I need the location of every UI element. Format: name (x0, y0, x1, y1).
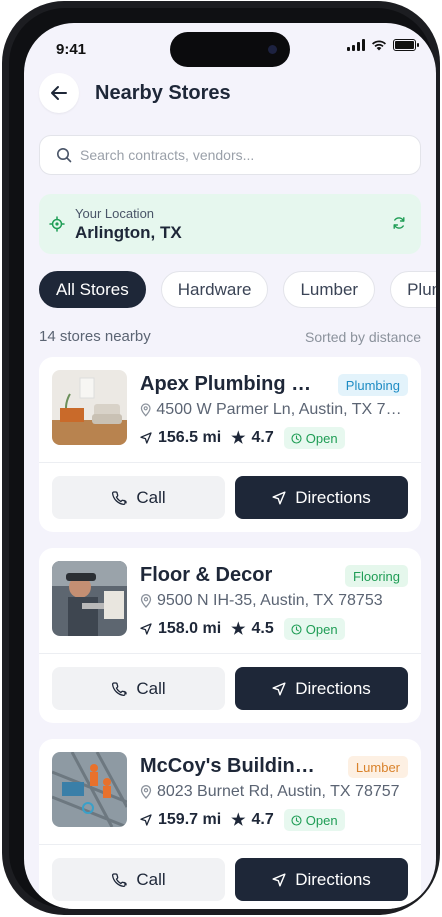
map-pin-icon (140, 594, 152, 608)
category-badge: Plumbing (337, 374, 408, 396)
refresh-icon[interactable] (392, 216, 406, 230)
map-pin-icon (140, 785, 152, 799)
card-divider (39, 844, 421, 845)
navigation-icon (272, 872, 286, 887)
call-button[interactable]: Call (52, 667, 225, 710)
page-title: Nearby Stores (95, 81, 231, 104)
call-button[interactable]: Call (52, 858, 225, 901)
directions-button[interactable]: Directions (235, 667, 408, 710)
status-icons (347, 39, 419, 51)
location-card[interactable]: Your Location Arlington, TX (39, 194, 421, 254)
navigation-icon (140, 814, 152, 826)
filter-lumber[interactable]: Lumber (283, 271, 376, 308)
distance: 158.0 mi (158, 620, 222, 637)
call-label: Call (136, 869, 166, 889)
directions-label: Directions (295, 678, 371, 698)
clock-icon (291, 432, 302, 444)
star-icon: ★ (231, 430, 246, 447)
wifi-icon (372, 40, 386, 51)
status-time: 9:41 (56, 41, 87, 58)
store-card[interactable]: Floor & Decor Flooring 9500 N IH-35, Aus… (39, 548, 421, 723)
star-icon: ★ (231, 812, 246, 829)
arrow-left-icon (51, 86, 67, 100)
navigation-icon (140, 623, 152, 635)
filter-plumbing[interactable]: Plumbing (390, 271, 436, 308)
back-button[interactable] (39, 73, 79, 113)
phone-frame: 9:41 Nearby Stores Your Location Arlingt… (2, 1, 440, 915)
navigation-icon (272, 681, 286, 696)
location-city: Arlington, TX (75, 222, 182, 242)
open-status-text: Open (305, 812, 338, 828)
store-count: 14 stores nearby (39, 328, 151, 345)
card-divider (39, 653, 421, 654)
directions-button[interactable]: Directions (235, 858, 408, 901)
filter-hardware[interactable]: Hardware (160, 271, 269, 308)
address-text: 9500 N IH-35, Austin, TX 78753 (157, 592, 383, 609)
store-thumbnail (52, 561, 127, 636)
store-address: 9500 N IH-35, Austin, TX 78753 (140, 592, 383, 610)
rating: 4.5 (251, 620, 274, 637)
phone-icon (112, 490, 127, 505)
results-meta: 14 stores nearby Sorted by distance (39, 328, 421, 345)
address-text: 8023 Burnet Rd, Austin, TX 78757 (157, 783, 400, 800)
directions-label: Directions (295, 487, 371, 507)
camera-icon (268, 45, 277, 54)
open-status-badge: Open (283, 618, 345, 640)
directions-button[interactable]: Directions (235, 476, 408, 519)
dynamic-island (170, 32, 290, 67)
distance: 159.7 mi (158, 811, 222, 828)
store-thumbnail (52, 370, 127, 445)
star-icon: ★ (231, 621, 246, 638)
store-address: 8023 Burnet Rd, Austin, TX 78757 (140, 783, 400, 801)
screen: 9:41 Nearby Stores Your Location Arlingt… (24, 23, 436, 909)
store-stats: 156.5 mi ★ 4.7 Open (140, 427, 345, 449)
category-badge: Lumber (347, 756, 408, 778)
header: Nearby Stores (39, 73, 231, 113)
call-label: Call (136, 487, 166, 507)
store-stats: 159.7 mi ★ 4.7 Open (140, 809, 345, 831)
phone-bezel: 9:41 Nearby Stores Your Location Arlingt… (9, 8, 436, 909)
status-bar: 9:41 (24, 23, 436, 73)
clock-icon (291, 814, 302, 826)
directions-label: Directions (295, 869, 371, 889)
card-divider (39, 462, 421, 463)
search-bar[interactable] (39, 135, 421, 175)
phone-icon (112, 681, 127, 696)
navigation-icon (140, 432, 152, 444)
filter-all-stores[interactable]: All Stores (39, 271, 146, 308)
store-name: McCoy's Building Supply (140, 755, 325, 777)
open-status-badge: Open (283, 809, 345, 831)
open-status-badge: Open (283, 427, 345, 449)
address-text: 4500 W Parmer Ln, Austin, TX 78727 (156, 401, 408, 418)
call-button[interactable]: Call (52, 476, 225, 519)
open-status-text: Open (305, 621, 338, 637)
search-input[interactable] (80, 147, 400, 163)
category-badge: Flooring (345, 565, 408, 587)
distance: 156.5 mi (158, 429, 222, 446)
signal-icon (347, 39, 365, 51)
store-card[interactable]: Apex Plumbing Works Plumbing 4500 W Parm… (39, 357, 421, 532)
store-name: Floor & Decor (140, 564, 273, 586)
filter-chips: All Stores Hardware Lumber Plumbing (39, 271, 436, 308)
store-thumbnail (52, 752, 127, 827)
phone-icon (112, 872, 127, 887)
open-status-text: Open (305, 430, 338, 446)
location-label: Your Location (75, 205, 155, 221)
call-label: Call (136, 678, 166, 698)
map-pin-icon (140, 403, 151, 417)
battery-icon (393, 39, 419, 51)
store-stats: 158.0 mi ★ 4.5 Open (140, 618, 345, 640)
clock-icon (291, 623, 302, 635)
search-icon (57, 148, 72, 163)
navigation-icon (272, 490, 286, 505)
store-address: 4500 W Parmer Ln, Austin, TX 78727 (140, 401, 408, 419)
rating: 4.7 (251, 811, 274, 828)
sort-label[interactable]: Sorted by distance (305, 329, 421, 345)
store-card[interactable]: McCoy's Building Supply Lumber 8023 Burn… (39, 739, 421, 909)
store-name: Apex Plumbing Works (140, 373, 325, 395)
rating: 4.7 (251, 429, 274, 446)
location-target-icon (49, 216, 65, 232)
